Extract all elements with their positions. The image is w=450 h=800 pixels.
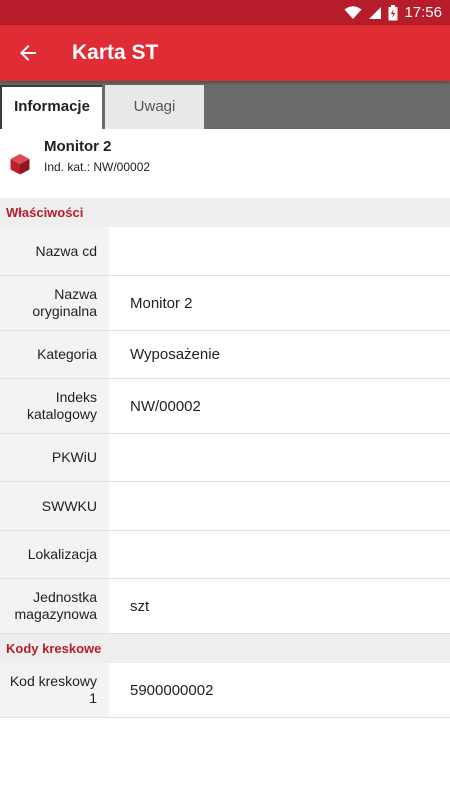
property-value bbox=[109, 482, 450, 530]
property-row-indeks-katalogowy: Indeks katalogowy NW/00002 bbox=[0, 379, 450, 434]
battery-charging-icon bbox=[388, 4, 398, 21]
box-icon bbox=[10, 154, 30, 175]
item-name: Monitor 2 bbox=[44, 138, 112, 155]
property-label: Kategoria bbox=[0, 331, 109, 378]
barcode-row: Kod kreskowy 1 5900000002 bbox=[0, 663, 450, 718]
property-value: szt bbox=[130, 597, 150, 615]
property-label: Nazwa oryginalna bbox=[0, 276, 109, 330]
tab-uwagi[interactable]: Uwagi bbox=[105, 85, 204, 129]
item-catalog-code: Ind. kat.: NW/00002 bbox=[44, 160, 151, 174]
barcode-value: 5900000002 bbox=[130, 681, 214, 699]
page-title: Karta ST bbox=[72, 41, 159, 64]
back-button[interactable] bbox=[14, 39, 42, 67]
property-row-nazwa-cd: Nazwa cd bbox=[0, 227, 450, 276]
barcode-label: Kod kreskowy 1 bbox=[0, 663, 109, 717]
property-value: Wyposażenie bbox=[130, 346, 220, 363]
app-bar: Karta ST bbox=[0, 25, 450, 81]
property-value bbox=[109, 227, 450, 275]
property-row-nazwa-oryginalna: Nazwa oryginalna Monitor 2 bbox=[0, 276, 450, 331]
property-row-jednostka-magazynowa: Jednostka magazynowa szt bbox=[0, 579, 450, 634]
property-row-swwku: SWWKU bbox=[0, 482, 450, 531]
property-label: Lokalizacja bbox=[0, 531, 109, 578]
tab-informacje[interactable]: Informacje bbox=[0, 85, 102, 129]
status-bar: 17:56 bbox=[0, 0, 450, 25]
arrow-back-icon bbox=[20, 45, 36, 61]
property-label: SWWKU bbox=[0, 482, 109, 530]
section-header-properties: Właściwości bbox=[0, 198, 450, 227]
property-label: Nazwa cd bbox=[0, 227, 109, 275]
property-row-pkwiu: PKWiU bbox=[0, 434, 450, 482]
property-value bbox=[109, 434, 450, 481]
property-row-lokalizacja: Lokalizacja bbox=[0, 531, 450, 579]
property-value bbox=[109, 531, 450, 578]
property-label: PKWiU bbox=[0, 434, 109, 481]
property-value: NW/00002 bbox=[130, 397, 201, 415]
property-value: Monitor 2 bbox=[130, 294, 193, 312]
property-label: Indeks katalogowy bbox=[0, 379, 109, 433]
cellular-signal-icon bbox=[368, 6, 382, 20]
item-header: Monitor 2 Ind. kat.: NW/00002 bbox=[0, 129, 450, 198]
wifi-icon bbox=[344, 5, 362, 20]
property-row-kategoria: Kategoria Wyposażenie bbox=[0, 331, 450, 379]
property-label: Jednostka magazynowa bbox=[0, 579, 109, 633]
status-icons: 17:56 bbox=[344, 0, 442, 25]
status-time: 17:56 bbox=[404, 4, 442, 21]
tab-bar: Informacje Uwagi bbox=[0, 81, 450, 129]
section-header-barcodes: Kody kreskowe bbox=[0, 634, 450, 663]
